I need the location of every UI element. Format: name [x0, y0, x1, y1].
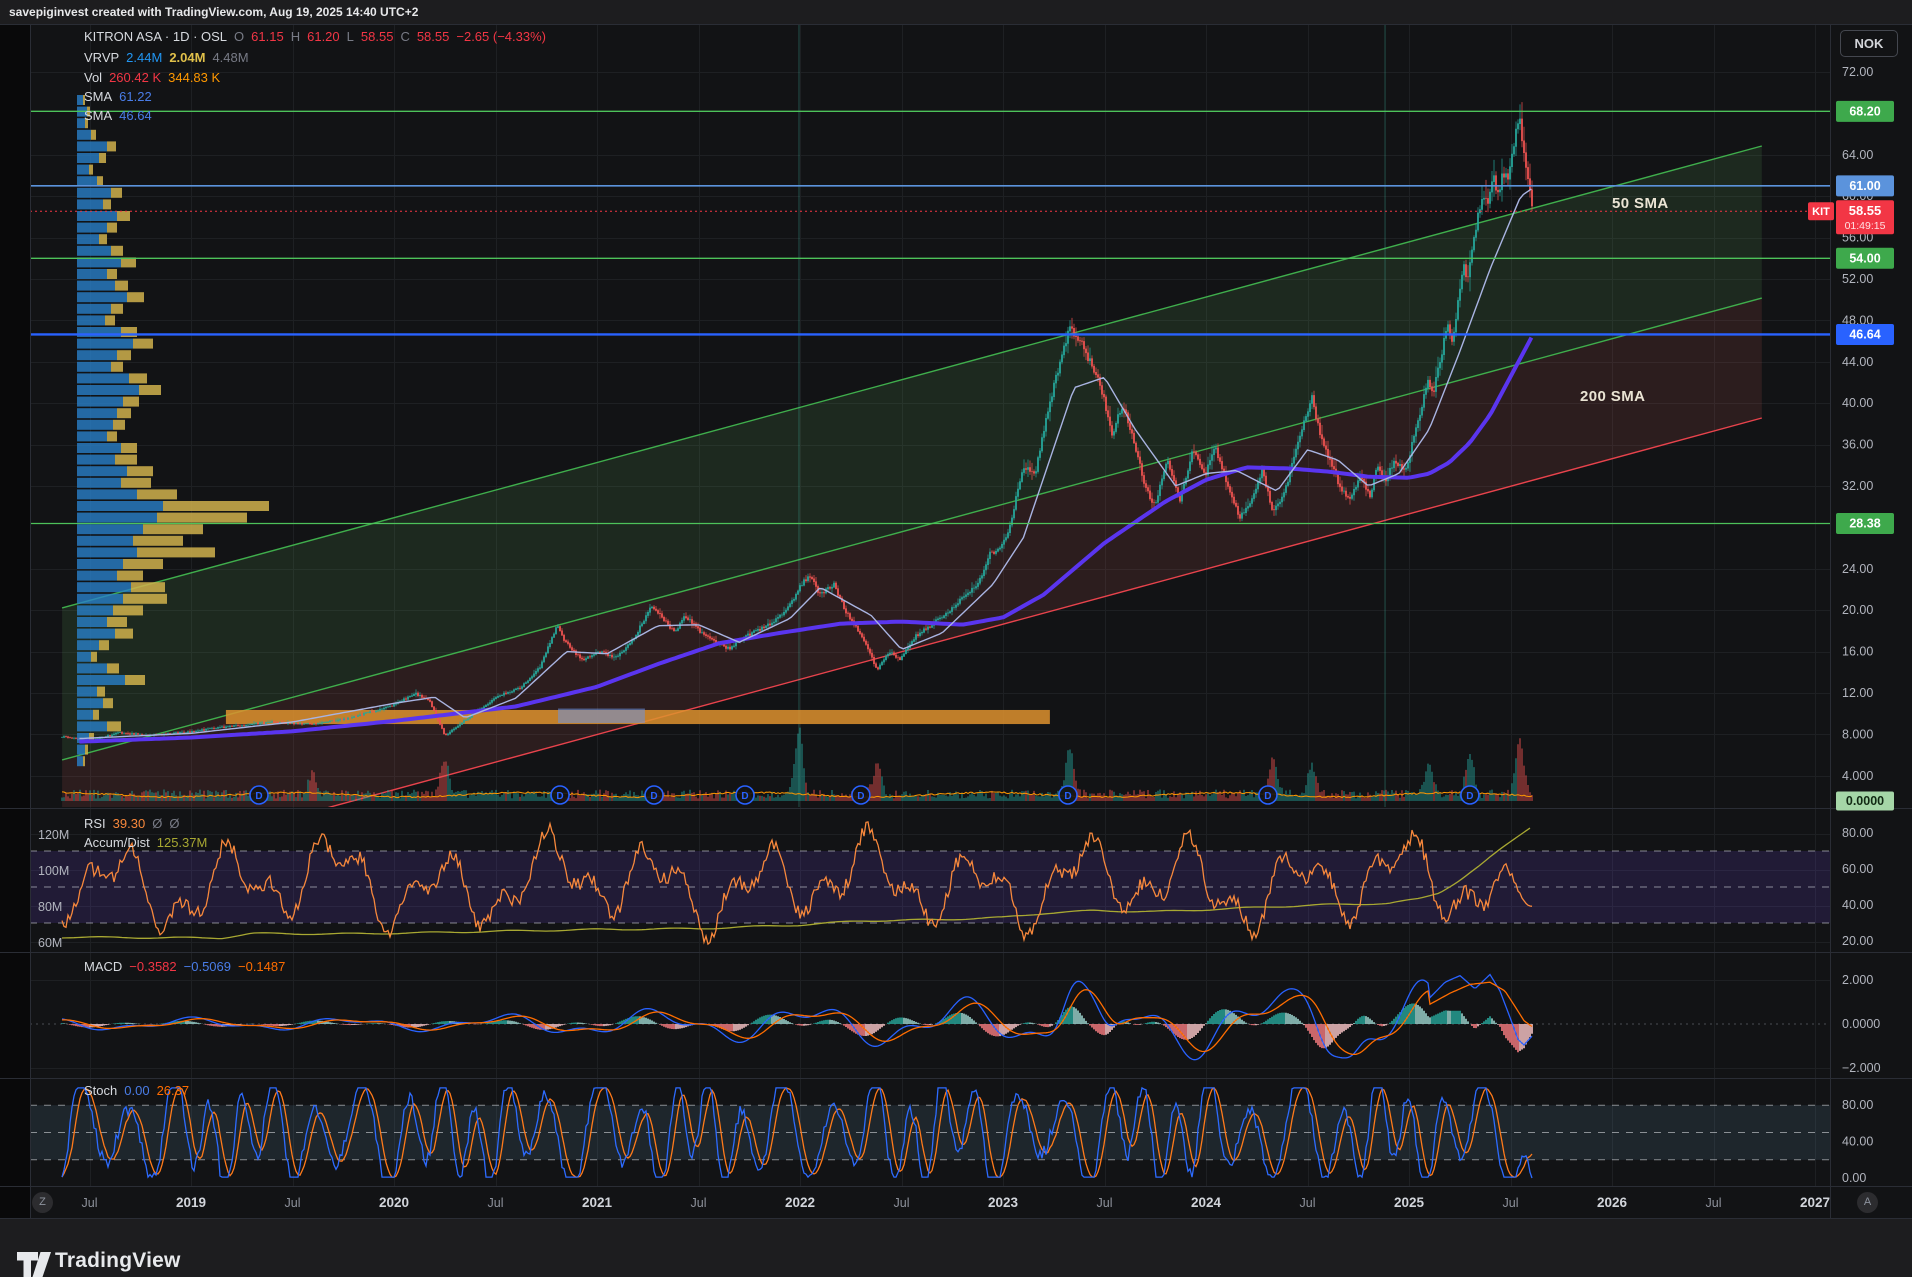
svg-text:2020: 2020 — [379, 1195, 409, 1210]
price-label-46.64: 46.64 — [1836, 324, 1894, 345]
timezone-button[interactable]: Z — [32, 1192, 53, 1213]
svg-text:0.0000: 0.0000 — [1842, 1017, 1880, 1031]
svg-text:D: D — [1264, 791, 1271, 802]
svg-text:2.000: 2.000 — [1842, 973, 1873, 987]
svg-text:D: D — [650, 791, 657, 802]
svg-text:52.00: 52.00 — [1842, 272, 1873, 286]
svg-text:KIT: KIT — [1812, 206, 1830, 218]
svg-text:2025: 2025 — [1394, 1195, 1425, 1210]
svg-text:40.00: 40.00 — [1842, 1135, 1873, 1149]
svg-text:54.00: 54.00 — [1849, 252, 1880, 266]
svg-text:60M: 60M — [38, 936, 62, 950]
svg-text:80.00: 80.00 — [1842, 826, 1873, 840]
price-label-54.00: 54.00 — [1836, 248, 1894, 269]
svg-text:0.0000: 0.0000 — [1846, 794, 1884, 808]
tradingview-wordmark[interactable]: TradingView — [55, 1249, 181, 1273]
svg-text:44.00: 44.00 — [1842, 355, 1873, 369]
svg-text:2024: 2024 — [1191, 1195, 1222, 1210]
svg-text:D: D — [556, 791, 563, 802]
svg-text:Jul: Jul — [1300, 1196, 1316, 1210]
tradingview-logo-icon[interactable] — [17, 1252, 51, 1277]
svg-text:Jul: Jul — [82, 1196, 98, 1210]
svg-text:D: D — [857, 791, 864, 802]
footer-bar: TradingView — [0, 1219, 1912, 1277]
svg-text:D: D — [255, 791, 262, 802]
svg-text:28.38: 28.38 — [1849, 517, 1880, 531]
price-label-61.00: 61.00 — [1836, 175, 1894, 196]
svg-text:20.00: 20.00 — [1842, 603, 1873, 617]
svg-text:64.00: 64.00 — [1842, 148, 1873, 162]
svg-text:2023: 2023 — [988, 1195, 1019, 1210]
svg-text:Jul: Jul — [1097, 1196, 1113, 1210]
svg-text:58.55: 58.55 — [1849, 203, 1882, 218]
svg-text:12.00: 12.00 — [1842, 686, 1873, 700]
sma50-annotation[interactable]: 50 SMA — [1612, 195, 1669, 212]
svg-text:8.000: 8.000 — [1842, 727, 1873, 741]
svg-text:−2.000: −2.000 — [1842, 1061, 1881, 1075]
price-label-28.38: 28.38 — [1836, 513, 1894, 534]
svg-text:2026: 2026 — [1597, 1195, 1628, 1210]
svg-text:40.00: 40.00 — [1842, 898, 1873, 912]
svg-text:Jul: Jul — [488, 1196, 504, 1210]
svg-text:68.20: 68.20 — [1849, 105, 1880, 119]
svg-text:72.00: 72.00 — [1842, 65, 1873, 79]
svg-text:46.64: 46.64 — [1849, 328, 1880, 342]
svg-text:61.00: 61.00 — [1849, 179, 1880, 193]
svg-text:32.00: 32.00 — [1842, 479, 1873, 493]
svg-text:2022: 2022 — [785, 1195, 815, 1210]
svg-text:0.00: 0.00 — [1842, 1171, 1866, 1185]
watermark-text: savepiginvest created with TradingView.c… — [9, 5, 418, 19]
chart-canvas[interactable]: DDDDDDDD72.0064.0060.0056.0052.0048.0044… — [0, 0, 1912, 1277]
sma200-annotation[interactable]: 200 SMA — [1580, 388, 1645, 405]
watermark-bar: savepiginvest created with TradingView.c… — [0, 0, 1912, 24]
autoscale-button[interactable]: A — [1857, 1192, 1878, 1213]
svg-text:2021: 2021 — [582, 1195, 613, 1210]
svg-text:2019: 2019 — [176, 1195, 206, 1210]
svg-text:20.00: 20.00 — [1842, 934, 1873, 948]
svg-text:4.000: 4.000 — [1842, 769, 1873, 783]
svg-text:Jul: Jul — [1503, 1196, 1519, 1210]
svg-text:Jul: Jul — [894, 1196, 910, 1210]
svg-text:2027: 2027 — [1800, 1195, 1830, 1210]
svg-text:Jul: Jul — [1706, 1196, 1722, 1210]
svg-text:01:49:15: 01:49:15 — [1845, 220, 1886, 232]
currency-toggle-button[interactable]: NOK — [1840, 30, 1898, 57]
svg-text:Jul: Jul — [285, 1196, 301, 1210]
price-label-68.20: 68.20 — [1836, 101, 1894, 122]
svg-text:D: D — [1466, 791, 1473, 802]
svg-text:36.00: 36.00 — [1842, 438, 1873, 452]
svg-text:D: D — [741, 791, 748, 802]
svg-text:D: D — [1064, 791, 1071, 802]
svg-text:40.00: 40.00 — [1842, 396, 1873, 410]
svg-text:120M: 120M — [38, 828, 69, 842]
svg-text:80M: 80M — [38, 900, 62, 914]
volume-zero-label: 0.0000 — [1836, 792, 1894, 811]
tradingview-chart-window: DDDDDDDD72.0064.0060.0056.0052.0048.0044… — [0, 0, 1912, 1277]
value-area-band — [558, 709, 645, 723]
svg-text:100M: 100M — [38, 864, 69, 878]
svg-text:60.00: 60.00 — [1842, 862, 1873, 876]
svg-text:80.00: 80.00 — [1842, 1098, 1873, 1112]
svg-text:16.00: 16.00 — [1842, 645, 1873, 659]
svg-text:Jul: Jul — [691, 1196, 707, 1210]
svg-text:24.00: 24.00 — [1842, 562, 1873, 576]
